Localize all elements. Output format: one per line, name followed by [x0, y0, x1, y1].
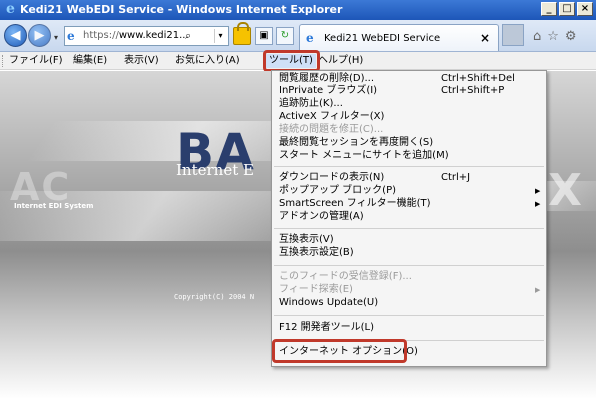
- submenu-arrow-icon: ▶: [535, 286, 541, 294]
- menu-item-smartscreen[interactable]: SmartScreen フィルター機能(T): [279, 198, 431, 210]
- menu-item-subscribe-feed: このフィードの受信登録(F)...: [279, 271, 412, 282]
- menu-item-compat-settings[interactable]: 互換表示設定(B): [279, 247, 354, 259]
- address-protocol: https://: [83, 30, 119, 41]
- address-dropdown-icon[interactable]: ▾: [214, 29, 226, 43]
- menu-favorites[interactable]: お気に入り(A): [175, 54, 240, 68]
- tab-title: Kedi21 WebEDI Service: [324, 33, 441, 44]
- site-subtitle: Internet E: [176, 161, 254, 179]
- copyright-text: Copyright(C) 2004 N: [174, 293, 255, 301]
- minimize-button[interactable]: _: [541, 2, 557, 16]
- tools-menu-highlight: [263, 50, 320, 72]
- submenu-arrow-icon: ▶: [535, 187, 541, 195]
- menu-separator: [274, 228, 544, 229]
- address-text[interactable]: https://www.kedi21...: [83, 30, 189, 41]
- close-button[interactable]: ×: [577, 2, 593, 16]
- search-icon[interactable]: ⌕: [185, 29, 191, 43]
- lock-icon[interactable]: [233, 22, 251, 45]
- menu-help[interactable]: ヘルプ(H): [318, 54, 363, 68]
- maximize-button[interactable]: □: [559, 2, 575, 16]
- address-bar[interactable]: e https://www.kedi21... ⌕ ▾: [64, 26, 229, 46]
- compatibility-view-icon[interactable]: ▣: [255, 27, 273, 45]
- menu-item-f12-devtools[interactable]: F12 開発者ツール(L): [279, 322, 374, 334]
- navigation-bar: ◀ ▶ ▾ e https://www.kedi21... ⌕ ▾ ▣ ↻ e …: [0, 20, 596, 52]
- favorites-icon[interactable]: ☆: [547, 29, 565, 44]
- menu-view[interactable]: 表示(V): [124, 54, 159, 68]
- menu-grip-icon: [2, 55, 4, 67]
- menu-item-activex-filter[interactable]: ActiveX フィルター(X): [279, 111, 384, 123]
- menu-item-feed-discovery: フィード探索(E): [279, 284, 353, 295]
- ie-logo-icon: e: [6, 1, 15, 17]
- submenu-arrow-icon: ▶: [535, 200, 541, 208]
- menu-item-reopen-session[interactable]: 最終閲覧セッションを再度開く(S): [279, 137, 433, 149]
- settings-gear-icon[interactable]: ⚙: [565, 29, 583, 44]
- shortcut-delete-history: Ctrl+Shift+Del: [441, 73, 515, 84]
- ie-window: e Kedi21 WebEDI Service - Windows Intern…: [0, 0, 596, 399]
- menu-edit[interactable]: 編集(E): [73, 54, 107, 68]
- background-lettering: AC: [10, 165, 72, 209]
- toolbar-icons: ⌂☆⚙: [533, 29, 583, 44]
- tab-page-icon: e: [306, 31, 314, 45]
- menu-item-manage-addons[interactable]: アドオンの管理(A): [279, 211, 364, 223]
- menu-file[interactable]: ファイル(F): [9, 54, 63, 68]
- tab-kedi21[interactable]: e Kedi21 WebEDI Service ×: [299, 24, 499, 51]
- menu-item-tracking-protection[interactable]: 追跡防止(K)...: [279, 98, 343, 110]
- menu-item-windows-update[interactable]: Windows Update(U): [279, 297, 378, 309]
- refresh-icon[interactable]: ↻: [276, 27, 294, 45]
- menu-item-inprivate[interactable]: InPrivate ブラウズ(I): [279, 85, 377, 97]
- menu-item-add-to-start[interactable]: スタート メニューにサイトを追加(M): [279, 150, 449, 162]
- menu-item-compat-view[interactable]: 互換表示(V): [279, 234, 334, 246]
- window-title: Kedi21 WebEDI Service - Windows Internet…: [20, 3, 343, 16]
- new-tab-button[interactable]: [502, 24, 524, 46]
- page-icon: e: [67, 29, 75, 43]
- history-dropdown-icon[interactable]: ▾: [54, 33, 58, 42]
- background-mark: X: [548, 165, 582, 216]
- shortcut-view-downloads: Ctrl+J: [441, 172, 471, 183]
- back-button[interactable]: ◀: [4, 24, 27, 47]
- title-bar: e Kedi21 WebEDI Service - Windows Intern…: [0, 0, 596, 20]
- menu-separator: [274, 166, 544, 167]
- address-host: www.kedi21...: [118, 30, 189, 41]
- menu-separator: [274, 315, 544, 316]
- shortcut-inprivate: Ctrl+Shift+P: [441, 85, 505, 96]
- menu-item-fix-connection: 接続の問題を修正(C)...: [279, 124, 384, 135]
- menu-separator: [274, 265, 544, 266]
- menu-item-popup-blocker[interactable]: ポップアップ ブロック(P): [279, 185, 396, 197]
- tools-dropdown-menu: 閲覧履歴の削除(D)... Ctrl+Shift+Del InPrivate ブ…: [271, 70, 547, 367]
- home-icon[interactable]: ⌂: [533, 29, 547, 44]
- window-controls: _ □ ×: [541, 2, 593, 16]
- forward-button[interactable]: ▶: [28, 24, 51, 47]
- internet-options-highlight: [272, 339, 407, 363]
- tab-close-icon[interactable]: ×: [480, 31, 490, 45]
- menu-item-view-downloads[interactable]: ダウンロードの表示(N): [279, 172, 384, 184]
- system-label: Internet EDI System: [14, 202, 94, 210]
- menu-item-delete-history[interactable]: 閲覧履歴の削除(D)...: [279, 73, 374, 85]
